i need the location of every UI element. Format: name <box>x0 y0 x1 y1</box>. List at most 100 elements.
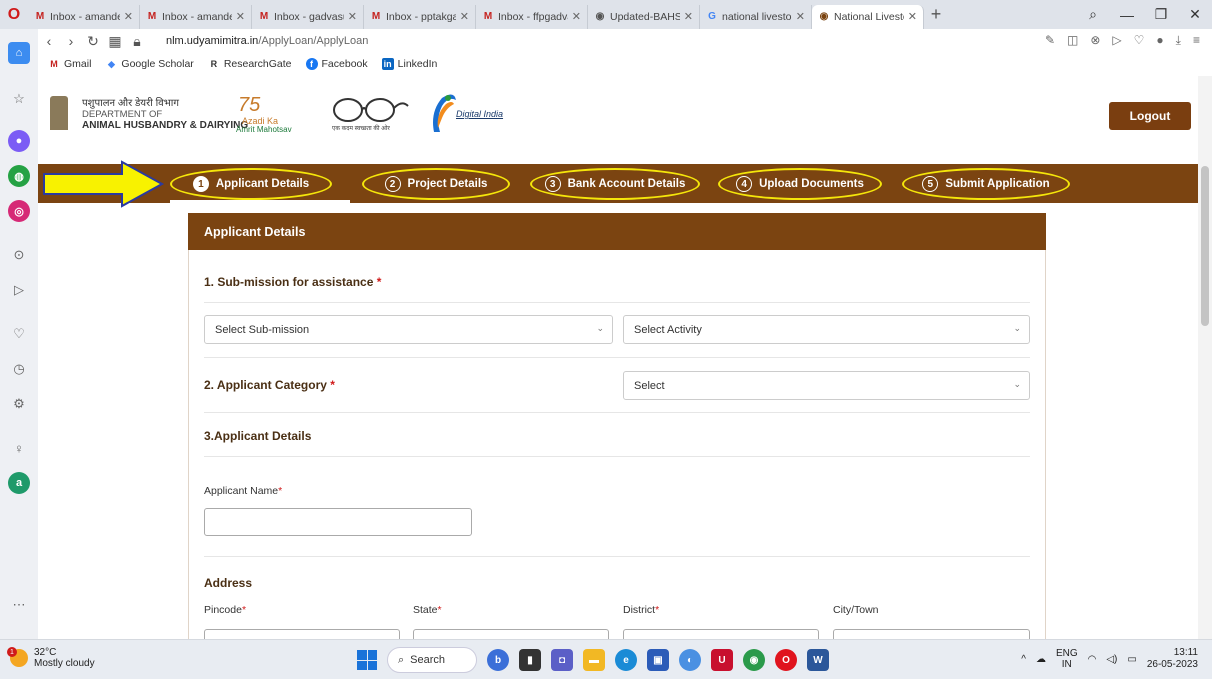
messenger-icon[interactable]: ● <box>8 130 30 152</box>
clock[interactable]: 13:11 26-05-2023 <box>1147 647 1198 671</box>
whatsapp-icon[interactable]: ◍ <box>8 165 30 187</box>
task-view-icon[interactable]: ▮ <box>519 649 541 671</box>
digital-india-logo: Digital India <box>428 92 508 134</box>
step-applicant-details[interactable]: 1 Applicant Details <box>170 168 332 200</box>
browser-tab[interactable]: ◉Updated-BAHS-202✕ <box>588 4 700 29</box>
scholar-icon: ◆ <box>107 58 115 69</box>
divider <box>204 412 1030 413</box>
state-select[interactable] <box>413 629 609 639</box>
new-tab-icon[interactable]: + <box>924 4 948 25</box>
bulb-icon[interactable]: ♀ <box>8 437 30 459</box>
close-tab-icon[interactable]: ✕ <box>572 10 581 23</box>
opera-logo-icon[interactable]: O <box>0 0 28 29</box>
search-tabs-icon[interactable]: ⌕ <box>1076 6 1110 23</box>
window-controls: ⌕ — ❐ ✕ <box>1076 0 1212 29</box>
forward-icon[interactable]: › <box>60 33 82 49</box>
aria-icon[interactable]: a <box>8 472 30 494</box>
download-icon[interactable]: ⤓ <box>1176 33 1181 48</box>
bookmark-facebook[interactable]: f Facebook <box>305 58 368 70</box>
close-tab-icon[interactable]: ✕ <box>684 10 693 23</box>
browser-tab-active[interactable]: ◉National Livestock I✕ <box>812 4 924 29</box>
gmail-icon: M <box>259 11 269 22</box>
flow-icon[interactable]: ▷ <box>1112 33 1121 48</box>
language-indicator[interactable]: ENG IN <box>1056 648 1078 670</box>
applicant-name-label: Applicant Name* <box>204 485 283 497</box>
sub-mission-select[interactable]: Select Sub-mission ⌄ <box>204 315 613 344</box>
mcafee-icon[interactable]: U <box>711 649 733 671</box>
minimize-icon[interactable]: — <box>1110 7 1144 23</box>
weather-widget[interactable]: 1 32°C Mostly cloudy <box>7 647 95 669</box>
bookmark-google-scholar[interactable]: ◆ Google Scholar <box>105 58 194 70</box>
close-tab-icon[interactable]: ✕ <box>236 10 245 23</box>
teams-icon[interactable]: ◘ <box>551 649 573 671</box>
close-tab-icon[interactable]: ✕ <box>796 10 805 23</box>
system-tray: ^ ☁ ENG IN ◠ ◁) ▭ 13:11 26-05-2023 <box>1021 647 1198 671</box>
bookmark-linkedin[interactable]: in LinkedIn <box>381 58 437 70</box>
bookmark-researchgate[interactable]: R ResearchGate <box>208 58 292 70</box>
store-icon[interactable]: ▣ <box>647 649 669 671</box>
bookmark-gmail[interactable]: M Gmail <box>48 58 91 70</box>
scrollbar-thumb[interactable] <box>1201 166 1209 326</box>
camera-icon[interactable]: ◫ <box>1067 33 1078 48</box>
instagram-icon[interactable]: ◎ <box>8 200 30 222</box>
word-icon[interactable]: W <box>807 649 829 671</box>
close-tab-icon[interactable]: ✕ <box>460 10 469 23</box>
profile-icon[interactable]: ● <box>1156 33 1163 48</box>
activity-select[interactable]: Select Activity ⌄ <box>623 315 1030 344</box>
windows-start-icon[interactable] <box>357 650 377 670</box>
more-icon[interactable]: ⋯ <box>8 594 30 616</box>
browser-tab[interactable]: Gnational livestock m✕ <box>700 4 812 29</box>
browser-tab[interactable]: MInbox - amandeeps✕ <box>140 4 252 29</box>
divider <box>204 302 1030 303</box>
back-icon[interactable]: ‹ <box>38 33 60 49</box>
logout-button[interactable]: Logout <box>1109 102 1191 130</box>
home-icon[interactable]: ⌂ <box>8 42 30 64</box>
close-tab-icon[interactable]: ✕ <box>348 10 357 23</box>
applicant-category-select[interactable]: Select ⌄ <box>623 371 1030 400</box>
snapshot-icon[interactable]: ✎ <box>1045 33 1055 48</box>
step-bank-account-details[interactable]: 3 Bank Account Details <box>530 168 700 200</box>
onedrive-icon[interactable]: ☁ <box>1036 654 1046 665</box>
history-icon[interactable]: ◷ <box>8 358 30 380</box>
step-project-details[interactable]: 2 Project Details <box>362 168 510 200</box>
edge-icon[interactable]: e <box>615 649 637 671</box>
speed-dial-icon[interactable]: ▦ <box>104 33 126 50</box>
taskbar-search[interactable]: ⌕ Search <box>387 647 477 673</box>
browser-tab[interactable]: MInbox - gadvasuvet✕ <box>252 4 364 29</box>
browser-tab[interactable]: MInbox - ffpgadvasu✕ <box>476 4 588 29</box>
volume-icon[interactable]: ◁) <box>1106 654 1117 665</box>
star-icon[interactable]: ☆ <box>8 88 30 110</box>
page-scrollbar[interactable] <box>1198 76 1212 639</box>
close-window-icon[interactable]: ✕ <box>1178 6 1212 23</box>
facebook-icon: f <box>305 58 318 70</box>
wishlist-icon[interactable]: ♡ <box>1134 33 1145 48</box>
heart-icon[interactable]: ♡ <box>8 323 30 345</box>
step-submit-application[interactable]: 5 Submit Application <box>902 168 1070 200</box>
close-tab-icon[interactable]: ✕ <box>908 10 917 23</box>
applicant-name-input[interactable] <box>204 508 472 536</box>
browser-tab[interactable]: MInbox - amandeeps✕ <box>28 4 140 29</box>
restore-icon[interactable]: ❐ <box>1144 6 1178 23</box>
city-town-select[interactable] <box>833 629 1030 639</box>
battery-icon[interactable]: ▭ <box>1127 654 1136 665</box>
chrome-icon[interactable]: ◉ <box>743 649 765 671</box>
file-explorer-icon[interactable]: ▬ <box>583 649 605 671</box>
player-icon[interactable]: ⊙ <box>8 244 30 266</box>
send-icon[interactable]: ▷ <box>8 279 30 301</box>
opera-taskbar-icon[interactable]: O <box>775 649 797 671</box>
easy-setup-icon[interactable]: ≡ <box>1193 33 1200 48</box>
step-upload-documents[interactable]: 4 Upload Documents <box>718 168 882 200</box>
chevron-up-icon[interactable]: ^ <box>1021 654 1026 665</box>
close-tab-icon[interactable]: ✕ <box>124 10 133 23</box>
app-icon[interactable]: ◐ <box>679 649 701 671</box>
pincode-input[interactable] <box>204 629 400 639</box>
district-select[interactable] <box>623 629 819 639</box>
bing-icon[interactable]: b <box>487 649 509 671</box>
settings-icon[interactable]: ⚙ <box>8 393 30 415</box>
reload-icon[interactable]: ↻ <box>82 33 104 50</box>
url-field[interactable]: nlm.udyamimitra.in/ApplyLoan/ApplyLoan <box>166 35 368 47</box>
browser-tab[interactable]: MInbox - pptakgadva✕ <box>364 4 476 29</box>
adblock-icon[interactable]: ⊗ <box>1090 33 1100 48</box>
wifi-icon[interactable]: ◠ <box>1088 654 1097 665</box>
section-applicant-category-heading: 2. Applicant Category * <box>204 378 335 392</box>
